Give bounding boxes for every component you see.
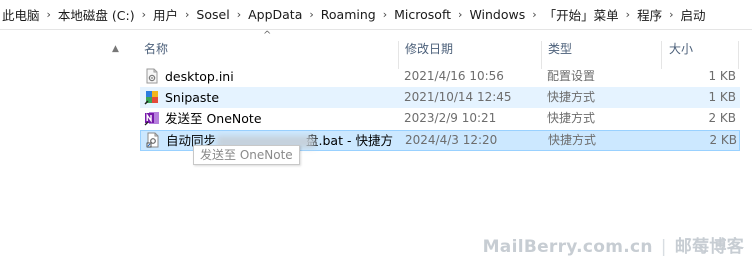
file-date: 2024/4/3 12:20 (405, 133, 498, 147)
file-list[interactable]: ▲ ^ 名称 修改日期 类型 大小 desktop.ini 2021/4/16 … (0, 30, 752, 264)
column-divider[interactable] (738, 41, 739, 69)
file-row-snipaste[interactable]: Snipaste 2021/10/14 12:45 快捷方式 1 KB (140, 87, 740, 108)
breadcrumb-separator-icon[interactable]: › (304, 8, 318, 21)
breadcrumb-separator-icon[interactable]: › (527, 8, 541, 21)
breadcrumb-users[interactable]: 用户 (151, 5, 180, 24)
breadcrumb-user[interactable]: Sosel (194, 7, 231, 22)
breadcrumb-separator-icon[interactable]: › (232, 8, 246, 21)
file-type: 快捷方式 (548, 133, 597, 147)
column-type[interactable]: 类型 (548, 39, 572, 59)
breadcrumb-separator-icon[interactable]: › (180, 8, 194, 21)
breadcrumb-appdata[interactable]: AppData (246, 7, 304, 22)
column-name[interactable]: 名称 (144, 39, 168, 59)
file-size: 1 KB (708, 90, 736, 104)
file-type: 配置设置 (547, 69, 596, 83)
column-divider[interactable] (661, 41, 662, 69)
file-date: 2023/2/9 10:21 (404, 111, 497, 125)
breadcrumb-separator-icon[interactable]: › (453, 8, 467, 21)
breadcrumb-separator-icon[interactable]: › (664, 8, 678, 21)
drag-tooltip: 发送至 OneNote (193, 145, 300, 165)
file-type: 快捷方式 (547, 90, 596, 104)
column-divider[interactable] (541, 41, 542, 69)
shortcut-file-icon (146, 132, 159, 148)
address-bar[interactable]: 此电脑 › 本地磁盘 (C:) › 用户 › Sosel › AppData ›… (0, 0, 752, 30)
breadcrumb-drive-c[interactable]: 本地磁盘 (C:) (56, 5, 137, 24)
breadcrumb-programs[interactable]: 程序 (635, 5, 664, 24)
file-type: 快捷方式 (547, 111, 596, 125)
breadcrumb-this-pc[interactable]: 此电脑 (0, 5, 42, 24)
breadcrumb-start-menu[interactable]: 「开始」菜单 (542, 5, 621, 24)
column-header: 名称 修改日期 类型 大小 (0, 39, 752, 69)
breadcrumb-roaming[interactable]: Roaming (319, 7, 378, 22)
watermark-brand: 邮莓博客 (674, 237, 744, 257)
watermark: MailBerry.com.cn | 邮莓博客 (483, 232, 744, 257)
file-name: Snipaste (165, 90, 220, 105)
breadcrumb-startup[interactable]: 启动 (679, 5, 708, 24)
file-size: 1 KB (708, 69, 736, 83)
breadcrumb-separator-icon[interactable]: › (42, 8, 56, 21)
column-divider[interactable] (398, 41, 399, 69)
settings-file-icon (146, 68, 158, 84)
watermark-site: MailBerry.com.cn (482, 237, 653, 257)
breadcrumb-separator-icon[interactable]: › (137, 8, 151, 21)
file-size: 2 KB (708, 111, 736, 125)
file-row-onenote[interactable]: 发送至 OneNote 2023/2/9 10:21 快捷方式 2 KB (140, 108, 740, 129)
breadcrumb-separator-icon[interactable]: › (621, 8, 635, 21)
file-name-suffix: 盘.bat - 快捷方... (306, 133, 394, 148)
file-name: desktop.ini (165, 69, 234, 84)
file-name: 发送至 OneNote (165, 111, 262, 126)
file-row-desktop-ini[interactable]: desktop.ini 2021/4/16 10:56 配置设置 1 KB (140, 66, 740, 87)
file-date: 2021/10/14 12:45 (404, 90, 512, 104)
breadcrumb-microsoft[interactable]: Microsoft (392, 7, 453, 22)
breadcrumb-windows[interactable]: Windows (467, 7, 527, 22)
column-size[interactable]: 大小 (669, 39, 693, 59)
file-size: 2 KB (709, 133, 737, 147)
breadcrumb-separator-icon[interactable]: › (378, 8, 392, 21)
watermark-separator: | (660, 237, 667, 257)
file-date: 2021/4/16 10:56 (404, 69, 504, 83)
snipaste-icon (144, 91, 158, 105)
column-date[interactable]: 修改日期 (405, 39, 453, 59)
onenote-icon (144, 112, 159, 126)
